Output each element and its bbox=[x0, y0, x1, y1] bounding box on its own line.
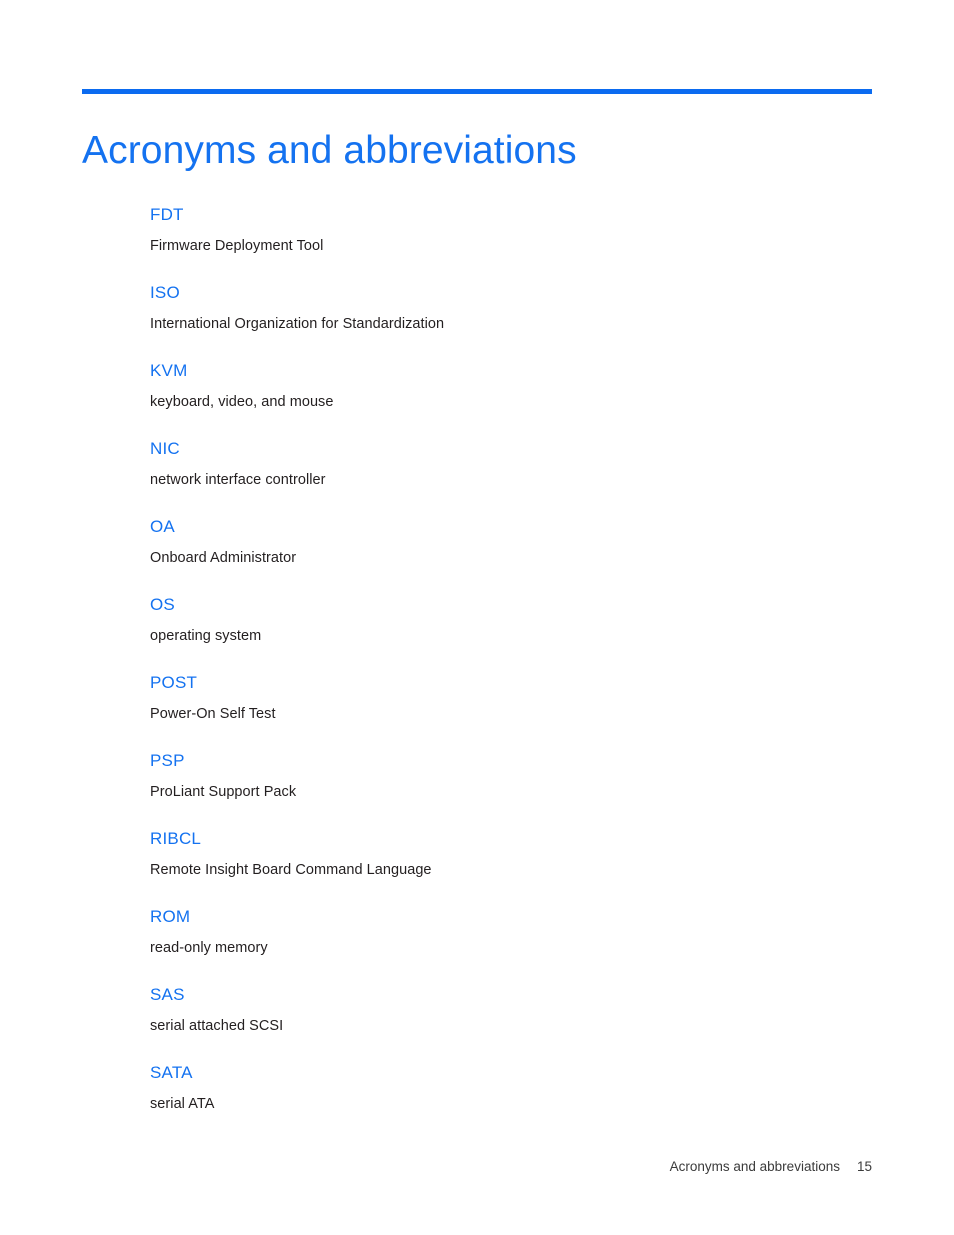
glossary-term: FDT bbox=[150, 205, 184, 224]
glossary-definition: network interface controller bbox=[150, 472, 326, 488]
glossary-term: SAS bbox=[150, 985, 185, 1004]
glossary-entry: PSP ProLiant Support Pack bbox=[150, 749, 872, 802]
glossary-definition: Power-On Self Test bbox=[150, 706, 276, 722]
glossary-definition: serial ATA bbox=[150, 1096, 215, 1112]
glossary-entry: FDT Firmware Deployment Tool bbox=[150, 203, 872, 256]
glossary-term: OS bbox=[150, 595, 175, 614]
glossary-definition: Remote Insight Board Command Language bbox=[150, 862, 432, 878]
footer-section-label: Acronyms and abbreviations bbox=[669, 1159, 840, 1174]
glossary-term: RIBCL bbox=[150, 829, 202, 848]
glossary-definition: keyboard, video, and mouse bbox=[150, 394, 334, 410]
glossary-entry: POST Power-On Self Test bbox=[150, 671, 872, 724]
glossary-definition: operating system bbox=[150, 628, 262, 644]
glossary-list: FDT Firmware Deployment Tool ISO Internatio… bbox=[150, 203, 872, 1114]
glossary-entry: OS operating system bbox=[150, 593, 872, 646]
glossary-entry: SAS serial attached SCSI bbox=[150, 983, 872, 1036]
glossary-term: ISO bbox=[150, 283, 180, 302]
glossary-term: NIC bbox=[150, 439, 180, 458]
glossary-entry: ISO International Organization for Standa… bbox=[150, 281, 872, 334]
glossary-definition: Firmware Deployment Tool bbox=[150, 238, 324, 254]
header-rule bbox=[82, 89, 872, 94]
glossary-definition: ProLiant Support Pack bbox=[150, 784, 297, 800]
glossary-term: SATA bbox=[150, 1063, 193, 1082]
glossary-entry: KVM keyboard, video, and mouse bbox=[150, 359, 872, 412]
glossary-term: PSP bbox=[150, 751, 185, 770]
footer-page-number: 15 bbox=[856, 1159, 872, 1174]
glossary-term: ROM bbox=[150, 907, 191, 926]
document-page: Acronyms and abbreviations FDT Firmware D… bbox=[0, 0, 954, 1235]
glossary-term: KVM bbox=[150, 361, 188, 380]
glossary-term: POST bbox=[150, 673, 198, 692]
glossary-entry: SATA serial ATA bbox=[150, 1061, 872, 1114]
glossary-definition: serial attached SCSI bbox=[150, 1018, 284, 1034]
glossary-entry: RIBCL Remote Insight Board Command Langua… bbox=[150, 827, 872, 880]
glossary-definition: read-only memory bbox=[150, 940, 268, 956]
glossary-term: OA bbox=[150, 517, 175, 536]
glossary-definition: International Organization for Standardi… bbox=[150, 316, 445, 332]
page-title: Acronyms and abbreviations bbox=[82, 129, 577, 173]
glossary-entry: NIC network interface controller bbox=[150, 437, 872, 490]
glossary-entry: ROM read-only memory bbox=[150, 905, 872, 958]
glossary-entry: OA Onboard Administrator bbox=[150, 515, 872, 568]
page-footer: Acronyms and abbreviations 15 bbox=[82, 1157, 872, 1177]
glossary-definition: Onboard Administrator bbox=[150, 550, 297, 566]
